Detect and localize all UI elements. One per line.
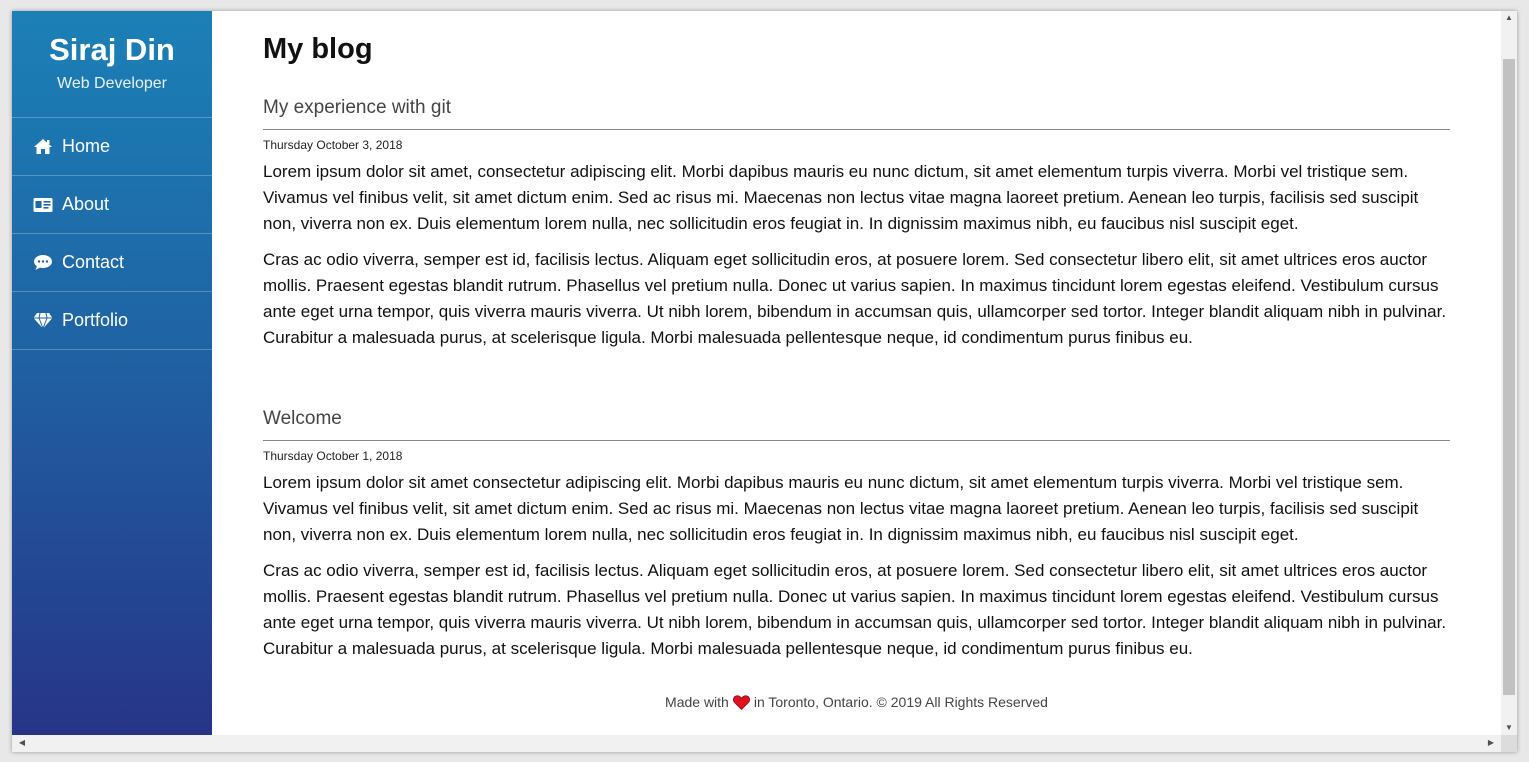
main-content: My blog My experience with git Thursday …	[212, 11, 1501, 735]
sidebar-item-label: Home	[62, 136, 111, 156]
brand-name: Siraj Din	[49, 32, 175, 67]
blog-post: Welcome Thursday October 1, 2018 Lorem i…	[263, 406, 1450, 662]
home-icon	[32, 138, 54, 156]
sidebar-item-contact[interactable]: Contact	[12, 234, 212, 292]
post-body: Lorem ipsum dolor sit amet, consectetur …	[263, 159, 1450, 351]
post-paragraph: Lorem ipsum dolor sit amet, consectetur …	[263, 162, 1419, 233]
brand-role: Web Developer	[57, 75, 167, 92]
post-paragraph: Cras ac odio viverra, semper est id, fac…	[263, 561, 1447, 658]
footer: Made with in Toronto, Ontario. © 2019 All…	[263, 692, 1450, 715]
scroll-right-arrow-icon[interactable]: ▶	[1483, 736, 1499, 750]
blog-post: My experience with git Thursday October …	[263, 95, 1450, 351]
footer-text-after: in Toronto, Ontario. © 2019 All Rights R…	[753, 694, 1048, 710]
horizontal-scrollbar[interactable]: ◀ ▶	[12, 735, 1501, 752]
browser-window: Siraj Din Web Developer Home About Conta…	[12, 11, 1517, 752]
id-card-icon	[32, 196, 54, 214]
post-body: Lorem ipsum dolor sit amet consectetur a…	[263, 470, 1450, 662]
heart-icon	[732, 695, 750, 715]
sidebar-item-portfolio[interactable]: Portfolio	[12, 292, 212, 350]
chat-icon	[32, 254, 54, 272]
post-date: Thursday October 1, 2018	[263, 449, 403, 463]
brand: Siraj Din Web Developer	[12, 11, 212, 107]
post-title: Welcome	[263, 406, 1450, 441]
sidebar-item-home[interactable]: Home	[12, 118, 212, 176]
post-paragraph: Cras ac odio viverra, semper est id, fac…	[263, 250, 1447, 347]
post-paragraph: Lorem ipsum dolor sit amet consectetur a…	[263, 473, 1419, 544]
scrollbar-corner	[1501, 735, 1517, 752]
vertical-scrollbar[interactable]: ▲ ▼	[1501, 11, 1517, 735]
sidebar-item-label: Portfolio	[62, 310, 129, 330]
scroll-down-arrow-icon[interactable]: ▼	[1501, 721, 1517, 735]
post-date: Thursday October 3, 2018	[263, 138, 403, 152]
sidebar-item-label: Contact	[62, 252, 125, 272]
sidebar-item-label: About	[62, 194, 110, 214]
vertical-scroll-thumb[interactable]	[1503, 59, 1515, 695]
sidebar-item-about[interactable]: About	[12, 176, 212, 234]
diamond-icon	[32, 312, 54, 330]
sidebar: Siraj Din Web Developer Home About Conta…	[12, 11, 212, 735]
page-title: My blog	[263, 33, 373, 65]
sidebar-nav: Home About Contact Portfolio	[12, 117, 212, 350]
scroll-left-arrow-icon[interactable]: ◀	[14, 736, 30, 750]
post-title: My experience with git	[263, 95, 1450, 130]
footer-text-before: Made with	[665, 694, 729, 710]
scroll-up-arrow-icon[interactable]: ▲	[1501, 11, 1517, 25]
